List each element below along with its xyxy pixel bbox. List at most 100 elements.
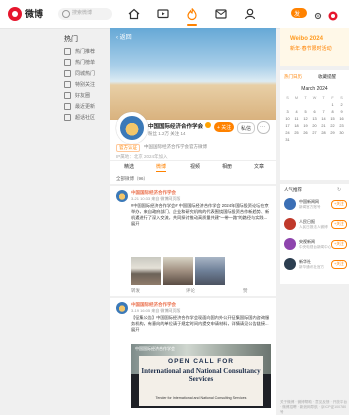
calendar-day[interactable]: 26	[301, 131, 310, 135]
open-call-brand: 中国国际经济合作学会	[135, 346, 175, 351]
calendar-day	[319, 103, 328, 107]
recommend-follow-button[interactable]: +关注	[331, 200, 347, 209]
left-nav-item[interactable]: 特别关注	[58, 79, 106, 90]
calendar-day[interactable]: 16	[337, 117, 346, 121]
calendar-day[interactable]: 22	[328, 124, 337, 128]
open-call-image[interactable]: 中国国际经济合作学会 OPEN CALL FOR International a…	[131, 344, 271, 408]
left-nav-item[interactable]: 好友圈	[58, 90, 106, 101]
search-input[interactable]: 搜索微博	[58, 8, 112, 20]
calendar-day	[301, 138, 310, 142]
share-button[interactable]: 转发	[131, 288, 140, 294]
nav-message[interactable]	[214, 7, 228, 21]
nav-video[interactable]	[156, 7, 170, 21]
calendar-day[interactable]: 24	[283, 131, 292, 135]
user-avatar[interactable]	[328, 8, 338, 21]
post-count-label[interactable]: 全部微博（96）	[116, 176, 148, 182]
recommend-row[interactable]: 央视新闻 中央电视台新闻中心 +关注	[284, 238, 347, 254]
post-text: 【征集公告】中国国际经济合作学会现面向国内外公开征集国际国内咨询服务机构，有意向…	[131, 315, 270, 332]
calendar-day[interactable]: 12	[301, 117, 310, 121]
recommend-header: 人气推荐	[284, 187, 302, 192]
calendar-day[interactable]: 23	[337, 124, 346, 128]
calendar-day	[310, 103, 319, 107]
calendar-day[interactable]: 3	[283, 110, 292, 114]
calendar-day[interactable]: 13	[310, 117, 319, 121]
promo-banner[interactable]: Weibo 2024 新年·春节限时活动	[280, 28, 349, 66]
calendar-day[interactable]: 29	[328, 131, 337, 135]
tab-articles[interactable]: 文章	[254, 163, 264, 170]
recommend-follow-button[interactable]: +关注	[331, 240, 347, 249]
open-call-subtitle: Tender for International and National Co…	[155, 396, 247, 400]
calendar-day[interactable]: 20	[310, 124, 319, 128]
calendar-day[interactable]: 1	[328, 103, 337, 107]
recommend-row[interactable]: 人民日报 人民日报法人微博 +关注	[284, 218, 347, 234]
calendar-day[interactable]: 15	[328, 117, 337, 121]
discover-icon	[187, 8, 197, 21]
more-button[interactable]: ···	[257, 121, 270, 134]
left-nav-item[interactable]: 热门推荐	[58, 46, 106, 57]
like-button[interactable]: 赞	[243, 288, 248, 294]
profile-avatar[interactable]	[116, 112, 148, 144]
calendar-day[interactable]: 2	[337, 103, 346, 107]
recommend-row[interactable]: 中国新闻网 新闻官方账号 +关注	[284, 198, 347, 214]
calendar-day[interactable]: 10	[283, 117, 292, 121]
calendar-day[interactable]: 28	[319, 131, 328, 135]
profile-stats[interactable]: 粉丝 1.2万 关注 14	[148, 131, 186, 137]
post-image[interactable]	[131, 257, 161, 285]
nav-profile[interactable]	[243, 7, 257, 21]
recommend-follow-label: +关注	[334, 242, 344, 246]
calendar-day[interactable]: 25	[292, 131, 301, 135]
nav-home[interactable]	[127, 7, 141, 21]
nav-item-icon	[64, 81, 71, 88]
left-nav-header: 热门	[64, 36, 78, 43]
left-nav-item[interactable]: 热门榜单	[58, 57, 106, 68]
left-nav-item[interactable]: 超话社区	[58, 112, 106, 123]
follow-button[interactable]: + 关注	[214, 122, 234, 132]
settings-button[interactable]	[313, 8, 323, 20]
feed-post: 中国国际经济合作学会 3-21 10:33 来自 微博网页版 #中国国际经济合作…	[110, 186, 276, 296]
recommend-avatar	[284, 198, 296, 210]
left-nav-item[interactable]: 最近更新	[58, 101, 106, 112]
feed-post: 中国国际经济合作学会 3-19 16:05 来自 微博网页版 【征集公告】中国国…	[110, 298, 276, 415]
refresh-icon[interactable]: ↻	[337, 187, 341, 193]
calendar-day[interactable]: 19	[301, 124, 310, 128]
post-avatar[interactable]	[116, 302, 128, 314]
calendar-day[interactable]: 30	[337, 131, 346, 135]
calendar-day	[328, 138, 337, 142]
post-image[interactable]	[195, 257, 225, 285]
message-button[interactable]: 私信	[237, 122, 255, 134]
calendar-day[interactable]: 31	[283, 138, 292, 142]
left-nav-item[interactable]: 同城热门	[58, 68, 106, 79]
compose-button[interactable]: 发	[291, 8, 307, 18]
calendar-tab[interactable]: 收藏提醒	[318, 74, 336, 80]
back-button[interactable]: ‹ 返回	[116, 32, 132, 41]
recommend-row[interactable]: 新华社 新华通讯社官方 +关注	[284, 258, 347, 274]
calendar-day[interactable]: 5	[301, 110, 310, 114]
calendar-day[interactable]: 18	[292, 124, 301, 128]
recommend-follow-button[interactable]: +关注	[331, 260, 347, 269]
calendar-day[interactable]: 8	[328, 110, 337, 114]
tab-album[interactable]: 相册	[222, 163, 232, 170]
left-nav-item-label: 热门榜单	[75, 60, 96, 66]
calendar-day[interactable]: 27	[310, 131, 319, 135]
comment-button[interactable]: 评论	[186, 288, 195, 294]
calendar-tab[interactable]: 热门日历	[284, 74, 302, 80]
tab-weibo[interactable]: 微博	[156, 163, 167, 172]
calendar-day[interactable]: 17	[283, 124, 292, 128]
calendar-day[interactable]: 14	[319, 117, 328, 121]
post-image[interactable]	[163, 257, 193, 285]
calendar-day[interactable]: 7	[319, 110, 328, 114]
recommend-follow-label: +关注	[334, 222, 344, 226]
tab-featured[interactable]: 精选	[124, 163, 134, 170]
calendar-day[interactable]: 6	[310, 110, 319, 114]
main-column: ‹ 返回 中国国际经济合作学会 粉丝 1.2万 关注 14 + 关注 私信 ··…	[110, 28, 276, 415]
weibo-logo[interactable]: 微博	[8, 7, 54, 21]
calendar-day[interactable]: 21	[319, 124, 328, 128]
calendar-day[interactable]: 11	[292, 117, 301, 121]
nav-discover[interactable]	[185, 7, 199, 26]
calendar-day[interactable]: 4	[292, 110, 301, 114]
recommend-follow-button[interactable]: +关注	[331, 220, 347, 229]
tab-video[interactable]: 视频	[190, 163, 200, 170]
post-actions: 转发 评论 赞	[131, 288, 271, 296]
post-avatar[interactable]	[116, 190, 128, 202]
calendar-day[interactable]: 9	[337, 110, 346, 114]
